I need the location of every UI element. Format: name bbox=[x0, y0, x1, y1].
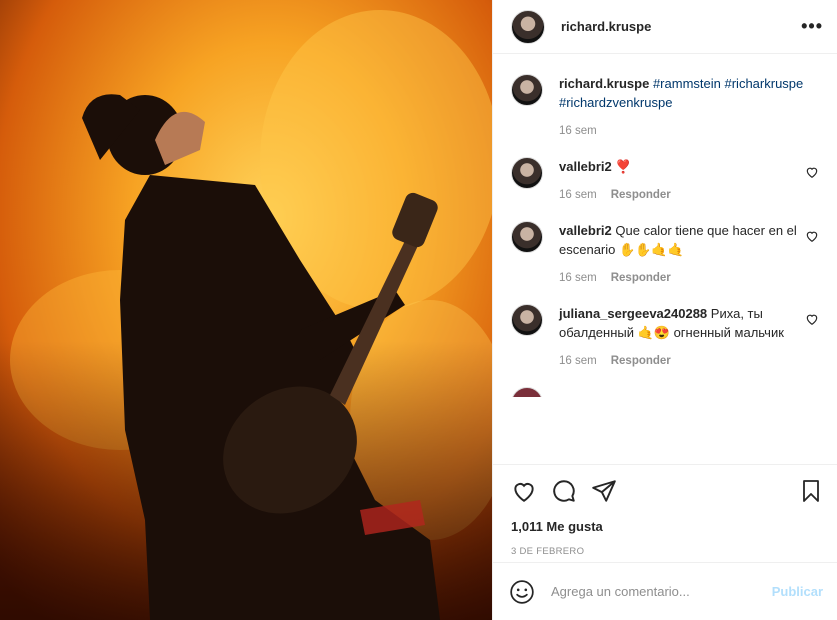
publish-button[interactable]: Publicar bbox=[772, 584, 823, 599]
post-date[interactable]: 3 DE FEBRERO bbox=[511, 546, 823, 557]
comment-time[interactable]: 16 sem bbox=[559, 186, 597, 205]
comment: juliana_sergeeva240288 Риха, ты обалденн… bbox=[511, 304, 819, 371]
comment-username[interactable]: juliana_sergeeva240288 bbox=[559, 306, 707, 321]
caption-username[interactable]: richard.kruspe bbox=[559, 76, 649, 91]
hashtag[interactable]: #richarkruspe bbox=[725, 76, 804, 91]
comment-avatar[interactable] bbox=[511, 221, 543, 253]
post-header: richard.kruspe ••• bbox=[493, 0, 837, 54]
comment-partially-visible bbox=[511, 387, 819, 397]
reply-button[interactable]: Responder bbox=[611, 269, 671, 288]
comment-avatar[interactable] bbox=[511, 304, 543, 336]
emoji-smiley-icon[interactable] bbox=[509, 579, 535, 605]
save-bookmark-icon[interactable] bbox=[799, 478, 823, 504]
reply-button[interactable]: Responder bbox=[611, 352, 671, 371]
comment-username[interactable]: vallebri2 bbox=[559, 223, 612, 238]
caption-time[interactable]: 16 sem bbox=[559, 122, 597, 141]
like-count[interactable]: 1,011 Me gusta bbox=[511, 519, 823, 534]
more-options-icon[interactable]: ••• bbox=[801, 16, 823, 37]
author-avatar[interactable] bbox=[511, 9, 545, 44]
add-comment-bar: Publicar bbox=[493, 562, 837, 620]
hashtag[interactable]: #richardzvenkruspe bbox=[559, 95, 672, 110]
comment-time[interactable]: 16 sem bbox=[559, 269, 597, 288]
comment: vallebri2 ❣️ 16 sem Responder bbox=[511, 157, 819, 205]
comment-username[interactable]: vallebri2 bbox=[559, 159, 612, 174]
author-username[interactable]: richard.kruspe bbox=[561, 19, 651, 34]
hashtag[interactable]: #rammstein bbox=[653, 76, 721, 91]
comment-input[interactable] bbox=[551, 584, 772, 599]
post-sidebar: richard.kruspe ••• richard.kruspe #ramms… bbox=[492, 0, 837, 620]
like-comment-heart-icon[interactable] bbox=[805, 312, 819, 326]
post-actions: 1,011 Me gusta 3 DE FEBRERO bbox=[493, 464, 837, 562]
comment: vallebri2 Que calor tiene que hacer en e… bbox=[511, 221, 819, 288]
instagram-post: richard.kruspe ••• richard.kruspe #ramms… bbox=[0, 0, 837, 620]
comments-list: richard.kruspe #rammstein #richarkruspe … bbox=[493, 54, 837, 464]
like-comment-heart-icon[interactable] bbox=[805, 165, 819, 179]
post-photo[interactable] bbox=[0, 0, 492, 620]
comment-text: ❣️ bbox=[615, 159, 632, 174]
caption: richard.kruspe #rammstein #richarkruspe … bbox=[511, 74, 819, 141]
comment-avatar[interactable] bbox=[511, 157, 543, 189]
comment-bubble-icon[interactable] bbox=[551, 478, 577, 504]
share-paper-plane-icon[interactable] bbox=[591, 478, 617, 504]
concert-image bbox=[0, 0, 492, 620]
reply-button[interactable]: Responder bbox=[611, 186, 671, 205]
comment-avatar[interactable] bbox=[511, 387, 543, 397]
like-comment-heart-icon[interactable] bbox=[805, 229, 819, 243]
comment-time[interactable]: 16 sem bbox=[559, 352, 597, 371]
like-heart-icon[interactable] bbox=[511, 478, 537, 504]
caption-avatar[interactable] bbox=[511, 74, 543, 106]
